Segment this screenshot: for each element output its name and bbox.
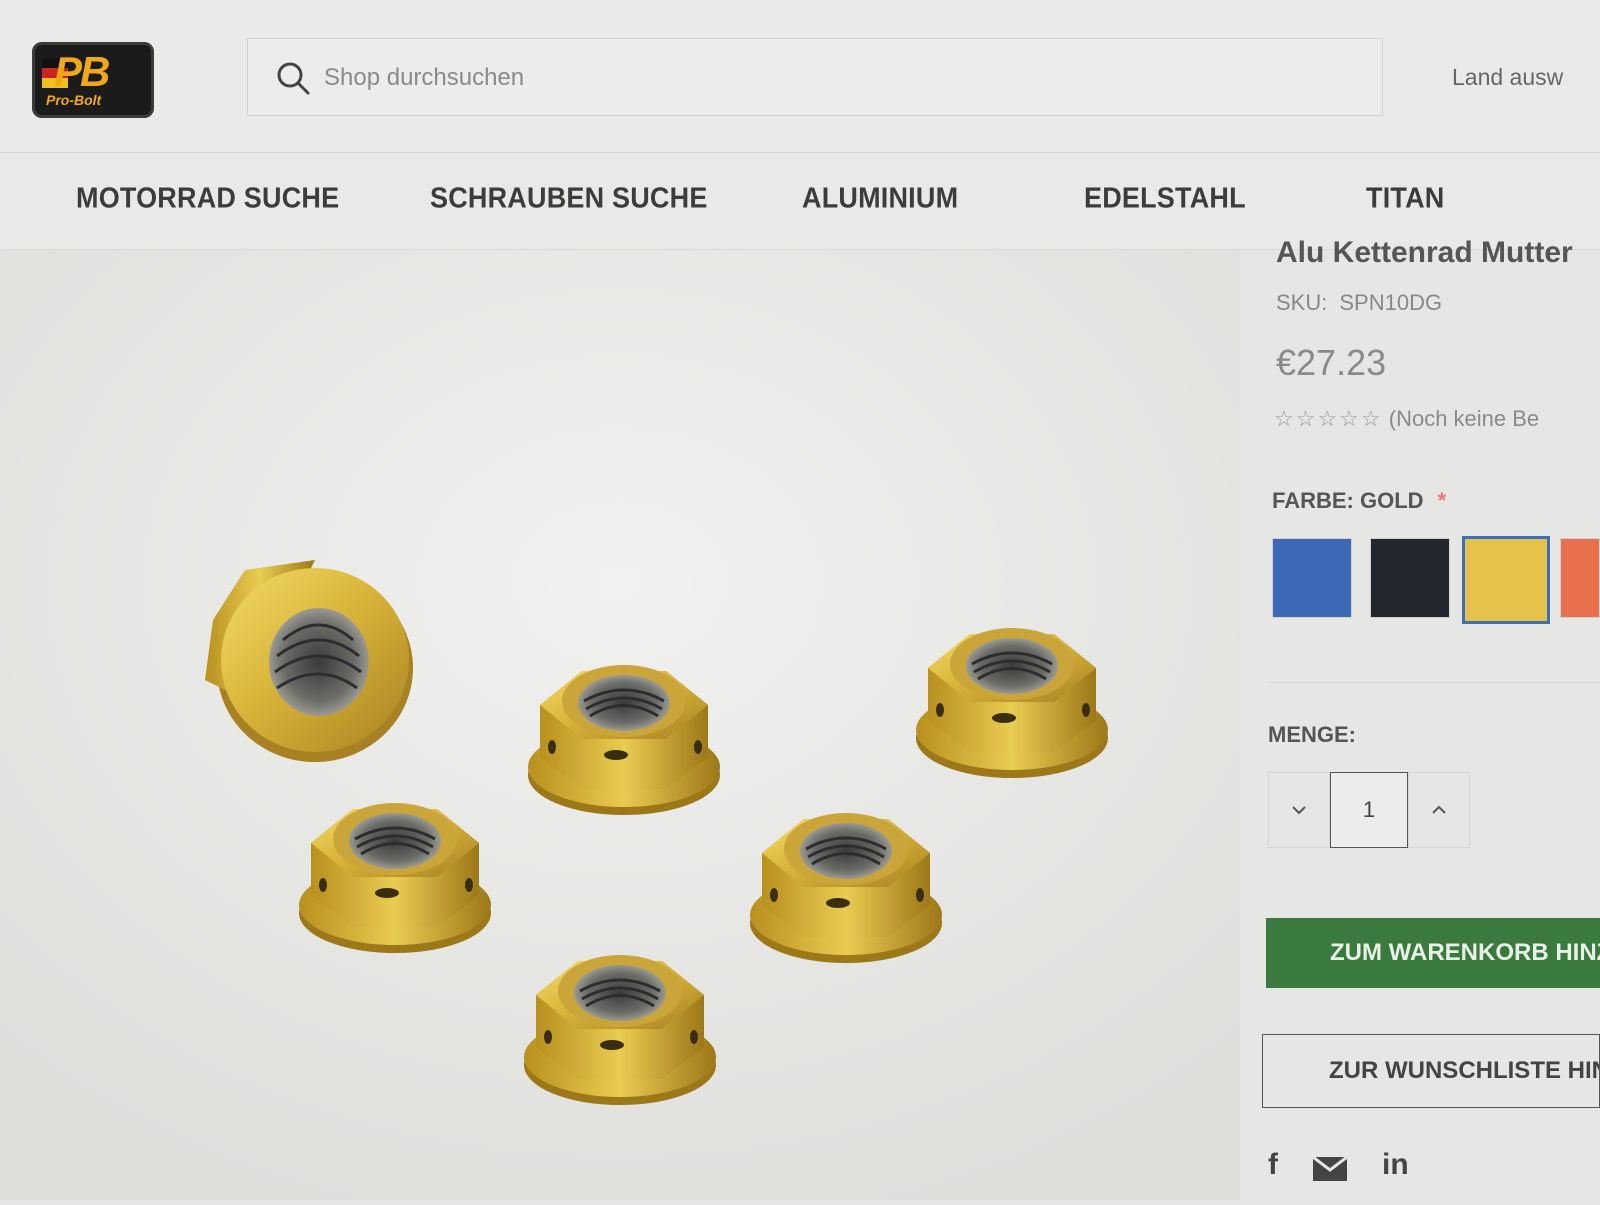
pro-bolt-logo[interactable]: PB Pro-Bolt xyxy=(32,42,154,118)
swatch-blue[interactable] xyxy=(1272,538,1352,618)
nav-item-schrauben-suche[interactable]: SCHRAUBEN SUCHE xyxy=(430,182,708,215)
divider xyxy=(1270,682,1600,683)
product-image[interactable] xyxy=(0,250,1240,1200)
email-icon[interactable] xyxy=(1312,1156,1348,1182)
product-rating[interactable]: ☆☆☆☆☆ (Noch keine Be xyxy=(1274,406,1539,432)
swatch-orange[interactable] xyxy=(1560,538,1600,618)
search-bar[interactable] xyxy=(247,38,1383,116)
product-price: €27.23 xyxy=(1276,342,1387,383)
color-option-label: FARBE: GOLD * xyxy=(1272,488,1446,514)
facebook-icon[interactable]: f xyxy=(1268,1148,1278,1182)
logo-text: PB xyxy=(54,48,110,95)
swatch-gold[interactable] xyxy=(1462,536,1550,624)
quantity-input[interactable] xyxy=(1330,772,1408,848)
sku-label: SKU: xyxy=(1276,290,1328,315)
quantity-increment-button[interactable] xyxy=(1408,772,1470,848)
add-to-wishlist-button[interactable]: ZUR WUNSCHLISTE HIN xyxy=(1262,1034,1600,1108)
quantity-label: MENGE: xyxy=(1268,722,1356,747)
product-title: Alu Kettenrad Mutter xyxy=(1276,236,1573,269)
product-details-panel: Alu Kettenrad Mutter SKU: SPN10DG €27.23 … xyxy=(1240,236,1600,1200)
product-sku: SKU: SPN10DG xyxy=(1276,290,1442,316)
site-header: PB Pro-Bolt Land ausw xyxy=(0,0,1600,153)
sku-value: SPN10DG xyxy=(1339,290,1443,315)
rating-stars: ☆☆☆☆☆ xyxy=(1274,406,1383,431)
rating-text: (Noch keine Be xyxy=(1388,406,1540,431)
nav-item-titan[interactable]: TITAN xyxy=(1366,182,1444,215)
share-links: f in xyxy=(1268,1148,1409,1182)
chevron-down-icon xyxy=(1292,806,1306,815)
search-input[interactable] xyxy=(322,57,1226,99)
nav-item-aluminium[interactable]: ALUMINIUM xyxy=(802,182,958,215)
add-to-cart-button[interactable]: ZUM WARENKORB HINZ xyxy=(1266,918,1600,988)
nav-item-motorrad-suche[interactable]: MOTORRAD SUCHE xyxy=(76,182,339,215)
logo-subtext: Pro-Bolt xyxy=(46,92,102,108)
country-selector[interactable]: Land ausw xyxy=(1452,64,1563,91)
nav-item-edelstahl[interactable]: EDELSTAHL xyxy=(1084,182,1246,215)
required-marker: * xyxy=(1437,488,1447,513)
chevron-up-icon xyxy=(1432,805,1446,814)
color-label-text: FARBE: GOLD xyxy=(1272,488,1424,513)
search-icon xyxy=(277,62,310,95)
swatch-black[interactable] xyxy=(1370,538,1450,618)
linkedin-icon[interactable]: in xyxy=(1382,1148,1409,1182)
quantity-decrement-button[interactable] xyxy=(1268,772,1330,848)
